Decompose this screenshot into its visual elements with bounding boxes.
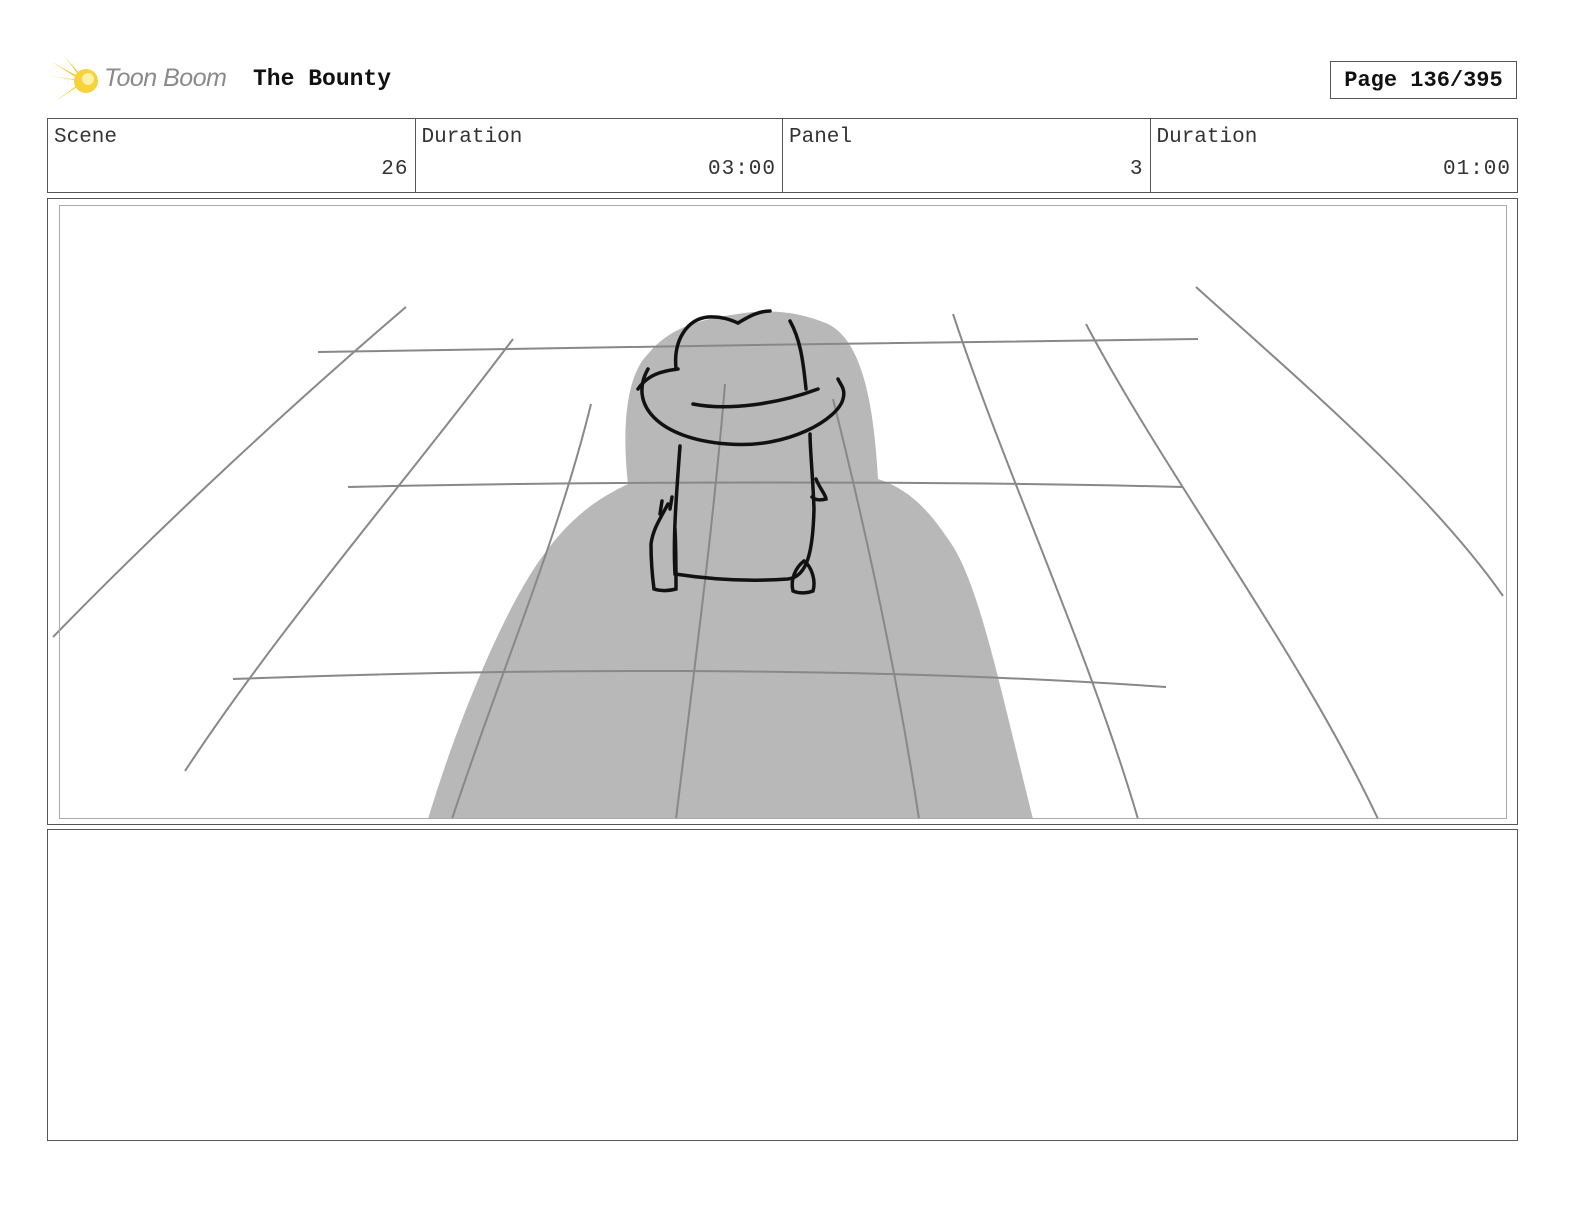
scene-info-table: Scene 26 Duration 03:00 Panel 3 Duration…: [47, 118, 1518, 193]
page-indicator: Page 136/395: [1330, 61, 1517, 99]
scene-label: Scene: [54, 126, 118, 149]
panel-duration-cell: Duration 01:00: [1151, 119, 1518, 192]
panel-frame: [47, 198, 1518, 825]
scene-duration-label: Duration: [421, 126, 523, 149]
project-title: The Bounty: [253, 66, 392, 92]
panel-value: 3: [1129, 158, 1144, 181]
panel-label: Panel: [789, 126, 853, 149]
starburst-icon: [50, 56, 98, 102]
scene-duration-cell: Duration 03:00: [416, 119, 783, 192]
panel-duration-label: Duration: [1156, 126, 1258, 149]
scene-value: 26: [381, 158, 409, 181]
panel-safe-area: [59, 205, 1507, 819]
panel-cell: Panel 3: [783, 119, 1151, 192]
scene-duration-value: 03:00: [707, 158, 776, 181]
logo-text: Toon Boom: [104, 64, 227, 92]
scene-cell: Scene 26: [48, 119, 416, 192]
panel-duration-value: 01:00: [1442, 158, 1511, 181]
toon-boom-logo: Toon Boom: [50, 54, 240, 108]
panel-notes-box[interactable]: [47, 829, 1518, 1141]
